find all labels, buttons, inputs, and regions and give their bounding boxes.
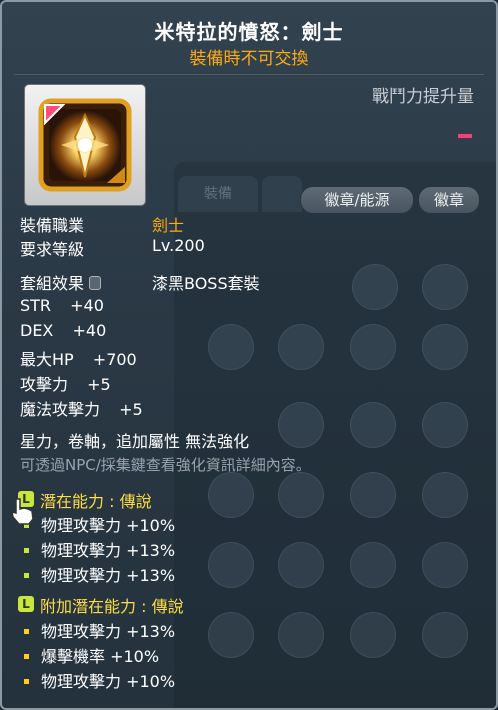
background-tab [262, 176, 302, 212]
item-image-frame [24, 84, 146, 206]
background-ring-icon [352, 264, 398, 310]
emblem-button[interactable]: 徽章 [418, 186, 480, 214]
background-belt-icon [278, 472, 324, 518]
stat-name: 攻擊力 [20, 375, 69, 394]
stat-row-dex: DEX +40 [20, 321, 106, 340]
stat-value: +700 [92, 350, 137, 369]
background-top-icon [422, 402, 468, 448]
background-emblem-icon [208, 542, 254, 588]
stat-row-attack: 攻擊力 +5 [20, 371, 111, 395]
potential-line: 物理攻擊力 +10% [24, 512, 175, 536]
stat-name: 魔法攻擊力 [20, 400, 101, 419]
bonus-potential-line: 物理攻擊力 +10% [24, 668, 175, 692]
item-tooltip: 裝備 米特拉的憤怒：劍士 裝備時不可交換 戰鬥力提升量 徽章/能源 徽章 裝備職… [0, 0, 498, 710]
stat-value: +40 [72, 321, 107, 340]
background-pendant-icon [422, 264, 468, 310]
background-face-icon [350, 612, 396, 658]
bullet-icon [24, 654, 29, 659]
set-effect-label: 套組效果 [20, 270, 102, 294]
potential-line-text: 物理攻擊力 +10% [41, 516, 176, 535]
background-helmet-icon [278, 324, 324, 370]
potential-line: 物理攻擊力 +13% [24, 562, 175, 586]
bonus-potential-title: 附加潛在能力 : 傳說 [40, 597, 184, 616]
background-cape-icon [422, 324, 468, 370]
header-divider [14, 74, 484, 75]
enhancement-hint: 可透過NPC/採集鍵查看強化資訊詳細內容。 [20, 456, 311, 474]
job-value: 劍士 [152, 216, 185, 235]
job-label: 裝備職業 [20, 216, 85, 235]
potential-title: 潛在能力 : 傳說 [40, 492, 152, 511]
stat-row-str: STR +40 [20, 296, 104, 315]
stat-name: 最大HP [20, 350, 74, 369]
background-pocket-icon [350, 542, 396, 588]
bonus-potential-line: 物理攻擊力 +13% [24, 618, 175, 642]
emblem-icon [38, 98, 132, 192]
background-mask-icon [278, 402, 324, 448]
stat-row-max-hp: 最大HP +700 [20, 346, 137, 370]
background-armor-icon [208, 324, 254, 370]
background-badge-icon [278, 542, 324, 588]
background-shoulder-icon [422, 472, 468, 518]
background-pet-icon [208, 612, 254, 658]
background-medal-icon [350, 472, 396, 518]
combat-power-label: 戰鬥力提升量 [372, 87, 474, 107]
bonus-potential-line: 爆擊機率 +10% [24, 643, 159, 667]
lock-icon [89, 276, 102, 290]
bullet-icon [24, 548, 29, 553]
stat-name: STR [20, 296, 52, 315]
item-name: 米特拉的憤怒：劍士 [154, 20, 344, 44]
bonus-potential-line-text: 爆擊機率 +10% [41, 647, 160, 666]
emblem-energy-button[interactable]: 徽章/能源 [300, 186, 414, 214]
combat-power-indicator [458, 134, 472, 138]
set-effect-label-text: 套組效果 [20, 274, 85, 293]
stat-value: +40 [70, 296, 104, 315]
trade-restriction: 裝備時不可交換 [189, 49, 309, 69]
background-shoe-icon [208, 472, 254, 518]
stat-row-magic-attack: 魔法攻擊力 +5 [20, 396, 143, 420]
background-glove-icon [350, 324, 396, 370]
potential-line-text: 物理攻擊力 +13% [41, 541, 176, 560]
background-totem-icon [422, 612, 468, 658]
set-effect-value: 漆黑BOSS套裝 [152, 274, 260, 293]
stat-value: +5 [87, 375, 111, 394]
stat-name: DEX [20, 321, 54, 340]
bonus-potential-line-text: 物理攻擊力 +13% [41, 622, 176, 641]
bonus-potential-line-text: 物理攻擊力 +10% [41, 672, 176, 691]
background-tab-equip: 裝備 [178, 176, 258, 212]
background-glasses-icon [350, 402, 396, 448]
level-value: Lv.200 [152, 236, 205, 255]
bullet-icon [24, 573, 29, 578]
background-android-icon [278, 612, 324, 658]
hand-cursor-icon [11, 498, 34, 525]
level-label: 要求等級 [20, 240, 85, 259]
bullet-icon [24, 679, 29, 684]
potential-line-text: 物理攻擊力 +13% [41, 566, 176, 585]
bullet-icon [24, 629, 29, 634]
potential-line: 物理攻擊力 +13% [24, 537, 175, 561]
legendary-badge-icon: L [18, 596, 34, 612]
background-heart-icon [422, 542, 468, 588]
tooltip-header: 米特拉的憤怒：劍士 裝備時不可交換 [2, 2, 496, 74]
stat-value: +5 [119, 400, 143, 419]
enhancement-restriction: 星力，卷軸，追加屬性 無法強化 [20, 432, 250, 451]
